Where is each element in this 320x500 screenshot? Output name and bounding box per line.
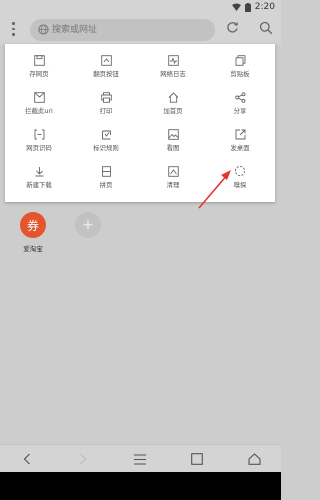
menu-item-send-desktop[interactable]: 发桌面 bbox=[207, 128, 273, 162]
menu-item-label: 拦截此url bbox=[25, 107, 53, 115]
menu-item-page-code[interactable]: 网页识码 bbox=[6, 128, 72, 162]
page-code-icon bbox=[34, 129, 44, 139]
menu-item-share[interactable]: 分享 bbox=[207, 91, 273, 125]
hamburger-icon bbox=[134, 453, 146, 465]
add-shortcut-button[interactable]: + bbox=[68, 212, 108, 238]
status-indicators: 2:20 bbox=[231, 1, 275, 13]
menu-item-label: 新建下载 bbox=[26, 181, 52, 189]
save-page-icon bbox=[33, 54, 45, 66]
back-button[interactable] bbox=[20, 452, 34, 466]
network-log-icon bbox=[167, 54, 179, 66]
home-icon bbox=[247, 453, 261, 465]
menu-dots-icon[interactable] bbox=[11, 21, 15, 37]
menu-item-merge-page[interactable]: 拼页 bbox=[73, 165, 139, 199]
menu-item-mark-rule[interactable]: 标识规则 bbox=[73, 128, 139, 162]
menu-item-page-button[interactable]: 翻页按钮 bbox=[73, 54, 139, 88]
add-home-icon bbox=[168, 91, 178, 103]
sniff-icon bbox=[234, 165, 246, 177]
menu-item-label: 存网页 bbox=[29, 70, 49, 78]
menu-item-label: 嗅探 bbox=[233, 181, 247, 189]
menu-item-label: 清理 bbox=[166, 181, 180, 189]
view-image-icon bbox=[167, 128, 179, 140]
shortcut-aitaobao[interactable]: 券 爱淘宝 bbox=[13, 212, 53, 253]
menu-item-new-download[interactable]: 新建下载 bbox=[6, 165, 72, 199]
block-url-icon bbox=[33, 91, 45, 103]
menu-item-save-page[interactable]: 存网页 bbox=[6, 54, 72, 88]
wifi-icon bbox=[231, 3, 241, 11]
menu-item-label: 网页识码 bbox=[26, 144, 52, 152]
chevron-right-icon bbox=[80, 453, 87, 465]
merge-page-icon bbox=[101, 165, 111, 177]
menu-item-label: 翻页按钮 bbox=[93, 70, 119, 78]
menu-item-label: 看图 bbox=[166, 144, 180, 152]
tabs-button[interactable] bbox=[190, 452, 204, 466]
new-download-icon bbox=[35, 166, 43, 176]
search-icon[interactable] bbox=[259, 21, 273, 35]
menu-item-add-home[interactable]: 加首页 bbox=[140, 91, 206, 125]
annotation-arrow-icon bbox=[198, 170, 231, 209]
clean-icon bbox=[167, 165, 179, 177]
menu-item-label: 分享 bbox=[233, 107, 247, 115]
plus-icon: + bbox=[75, 212, 101, 238]
refresh-icon[interactable] bbox=[226, 21, 239, 34]
share-icon bbox=[234, 91, 245, 103]
menu-item-label: 加首页 bbox=[163, 107, 183, 115]
menu-item-view-image[interactable]: 看图 bbox=[140, 128, 206, 162]
globe-icon bbox=[38, 24, 49, 35]
menu-item-print[interactable]: 打印 bbox=[73, 91, 139, 125]
bottom-navigation bbox=[0, 444, 281, 472]
address-placeholder: 搜索或网址 bbox=[52, 25, 98, 35]
menu-item-block-url[interactable]: 拦截此url bbox=[6, 91, 72, 125]
forward-button[interactable] bbox=[76, 452, 90, 466]
browser-toolbar: 搜索或网址 bbox=[0, 14, 281, 44]
menu-button[interactable] bbox=[133, 452, 147, 466]
menu-item-clipboard[interactable]: 剪贴板 bbox=[207, 54, 273, 88]
status-bar: 2:20 bbox=[0, 0, 281, 14]
menu-item-network-log[interactable]: 网络日志 bbox=[140, 54, 206, 88]
mark-rule-icon bbox=[101, 130, 111, 139]
menu-item-label: 标识规则 bbox=[93, 144, 119, 152]
system-navigation-bar bbox=[0, 472, 281, 500]
send-desktop-icon bbox=[235, 129, 245, 139]
menu-item-label: 发桌面 bbox=[230, 144, 250, 152]
menu-item-label: 剪贴板 bbox=[230, 70, 250, 78]
chevron-left-icon bbox=[23, 453, 30, 465]
print-icon bbox=[100, 91, 112, 103]
menu-item-label: 拼页 bbox=[99, 181, 113, 189]
clipboard-icon bbox=[235, 54, 245, 66]
coupon-icon: 券 bbox=[20, 212, 46, 238]
page-button-icon bbox=[100, 54, 112, 66]
status-time: 2:20 bbox=[254, 2, 275, 12]
menu-item-label: 打印 bbox=[99, 107, 113, 115]
address-bar[interactable]: 搜索或网址 bbox=[30, 19, 215, 41]
shortcut-label: 爱淘宝 bbox=[23, 245, 43, 253]
menu-item-label: 网络日志 bbox=[160, 70, 186, 78]
battery-icon bbox=[244, 2, 251, 12]
home-button[interactable] bbox=[247, 452, 261, 466]
tabs-square-icon bbox=[191, 453, 203, 465]
